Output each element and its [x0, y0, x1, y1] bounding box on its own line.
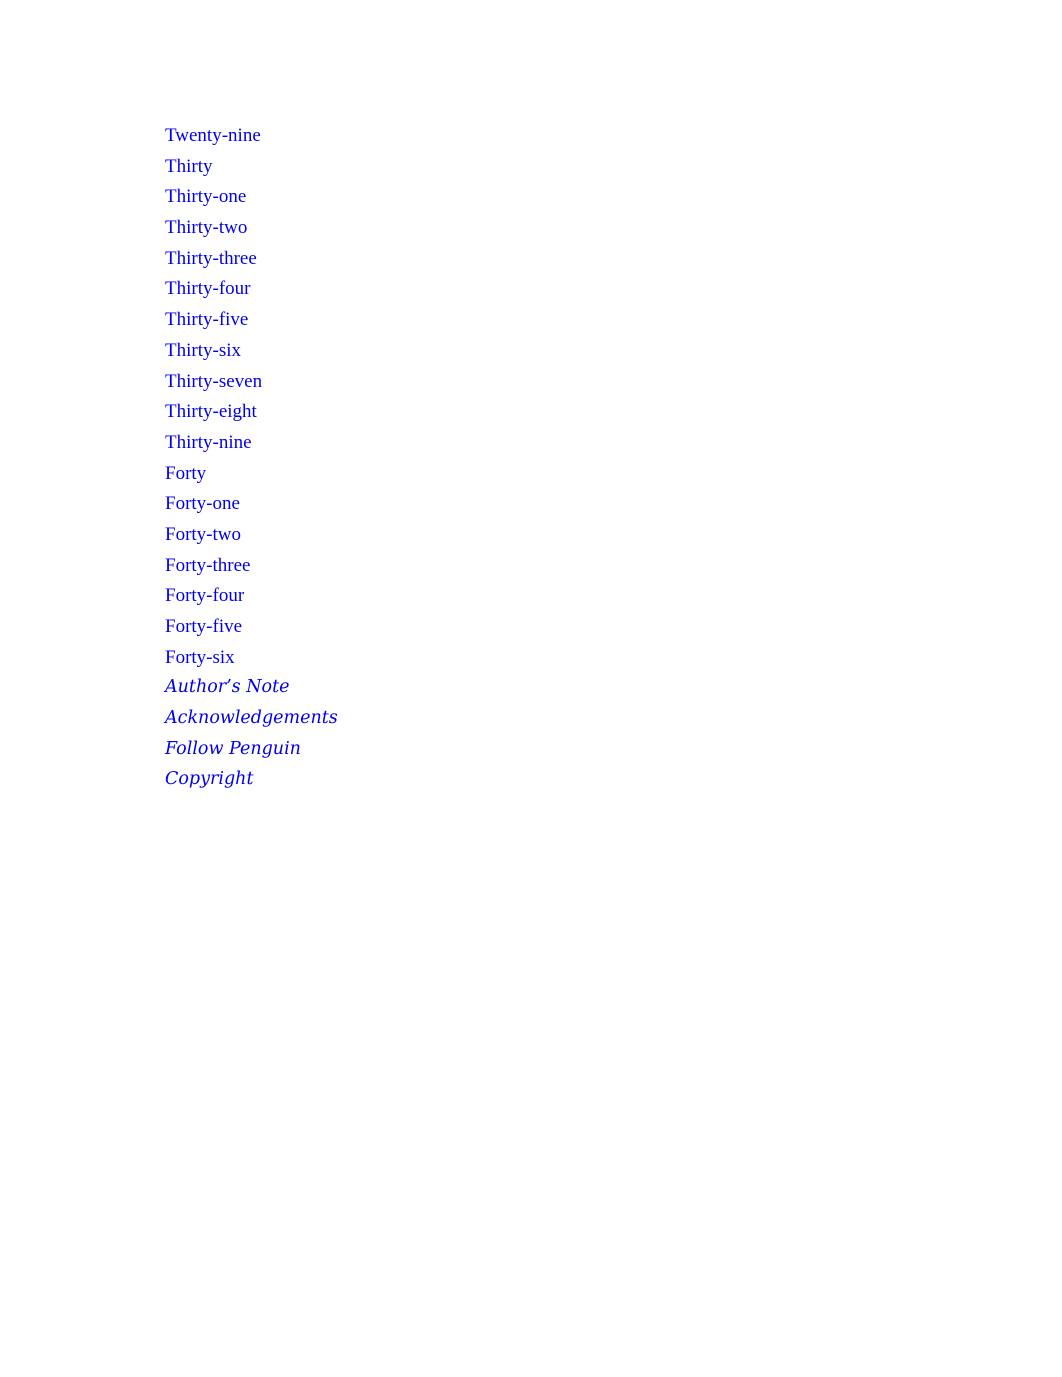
- toc-link[interactable]: Acknowledgements: [165, 708, 338, 728]
- toc-link[interactable]: Author’s Note: [165, 677, 289, 697]
- toc-link[interactable]: Forty-two: [165, 524, 241, 545]
- toc-link[interactable]: Forty-six: [165, 647, 235, 668]
- toc-link[interactable]: Copyright: [165, 769, 253, 789]
- toc-item: Thirty-six: [165, 337, 338, 368]
- toc-link[interactable]: Twenty-nine: [165, 125, 261, 146]
- toc-link[interactable]: Thirty-six: [165, 340, 241, 361]
- toc-item: Forty-four: [165, 582, 338, 613]
- toc-item: Forty-one: [165, 490, 338, 521]
- toc-item: Twenty-nine: [165, 122, 338, 153]
- toc-item: Author’s Note: [165, 674, 338, 705]
- toc-link[interactable]: Thirty-nine: [165, 432, 252, 453]
- toc-item: Thirty: [165, 153, 338, 184]
- toc-link[interactable]: Forty-five: [165, 616, 242, 637]
- table-of-contents: Twenty-nine Thirty Thirty-one Thirty-two Thi…: [165, 122, 338, 797]
- toc-link[interactable]: Forty-three: [165, 555, 250, 576]
- toc-item: Forty-six: [165, 644, 338, 675]
- toc-item: Copyright: [165, 766, 338, 797]
- toc-link[interactable]: Forty: [165, 463, 206, 484]
- toc-item: Thirty-eight: [165, 398, 338, 429]
- toc-link[interactable]: Thirty-three: [165, 248, 257, 269]
- toc-item: Thirty-four: [165, 275, 338, 306]
- toc-link[interactable]: Thirty: [165, 156, 213, 177]
- toc-link[interactable]: Thirty-seven: [165, 371, 262, 392]
- toc-link[interactable]: Thirty-four: [165, 278, 250, 299]
- toc-item: Forty-five: [165, 613, 338, 644]
- toc-link[interactable]: Thirty-five: [165, 309, 248, 330]
- toc-link[interactable]: Forty-four: [165, 585, 244, 606]
- toc-item: Forty: [165, 460, 338, 491]
- toc-item: Acknowledgements: [165, 705, 338, 736]
- toc-item: Forty-three: [165, 552, 338, 583]
- toc-link[interactable]: Thirty-two: [165, 217, 247, 238]
- toc-item: Thirty-one: [165, 183, 338, 214]
- toc-link[interactable]: Forty-one: [165, 493, 240, 514]
- toc-item: Thirty-three: [165, 245, 338, 276]
- toc-link[interactable]: Thirty-eight: [165, 401, 257, 422]
- toc-link[interactable]: Thirty-one: [165, 186, 246, 207]
- toc-item: Thirty-nine: [165, 429, 338, 460]
- toc-item: Forty-two: [165, 521, 338, 552]
- toc-link[interactable]: Follow Penguin: [165, 739, 301, 759]
- toc-item: Thirty-two: [165, 214, 338, 245]
- toc-item: Thirty-five: [165, 306, 338, 337]
- toc-item: Thirty-seven: [165, 368, 338, 399]
- toc-item: Follow Penguin: [165, 736, 338, 767]
